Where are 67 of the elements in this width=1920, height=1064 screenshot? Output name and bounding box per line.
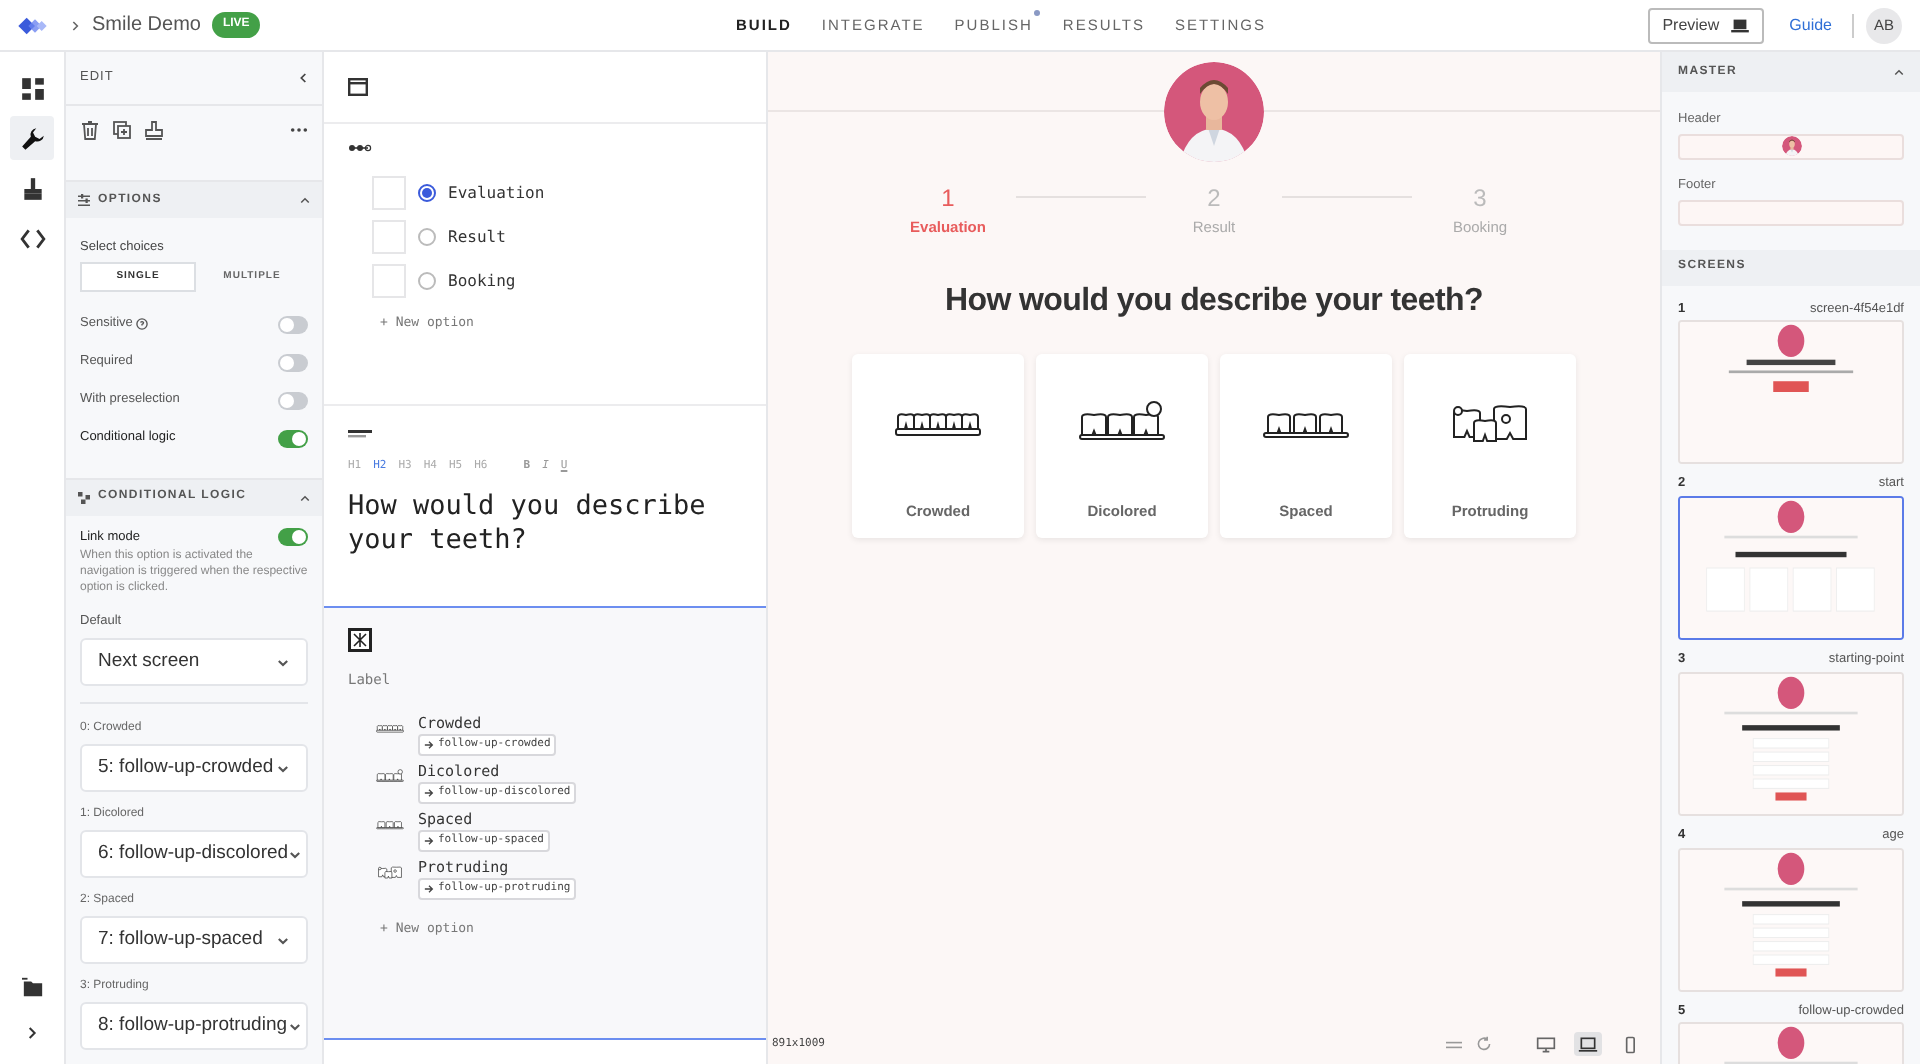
folder-icon[interactable] [21, 976, 43, 998]
option-label[interactable]: Result [448, 225, 506, 249]
preview-button[interactable]: Preview [1648, 7, 1764, 43]
toggle-switch[interactable] [278, 391, 308, 410]
radio-button[interactable] [418, 272, 436, 290]
question-title: How would you describe your teeth? [943, 282, 1485, 323]
device-button[interactable] [1574, 1032, 1602, 1056]
chevron-up-icon [300, 196, 310, 205]
chevron-down-icon [276, 933, 290, 948]
guide-link[interactable]: Guide [1789, 13, 1832, 37]
chevron-down-icon [276, 761, 290, 776]
menu-icon[interactable] [1446, 1039, 1462, 1049]
brush-icon [19, 175, 45, 201]
chevron-right-icon[interactable] [27, 1026, 37, 1040]
grid-icon [348, 628, 372, 652]
dropdown-select[interactable]: 7: follow-up-spaced [80, 916, 308, 965]
dropdown-select[interactable]: Next screen [80, 638, 308, 687]
chevron-right-icon [72, 19, 80, 31]
heading-text[interactable]: How would you describe your teeth? [348, 490, 742, 559]
laptop-icon [1578, 1035, 1598, 1053]
arrow-right-icon [424, 883, 434, 893]
dropdown-select[interactable]: 6: follow-up-discolored [80, 830, 308, 879]
chevron-down-icon [276, 655, 290, 670]
duplicate-icon[interactable] [112, 119, 132, 140]
dropdown-select[interactable]: 8: follow-up-protruding [80, 1002, 308, 1051]
heading-icon [348, 430, 372, 438]
option-label[interactable]: Evaluation [448, 181, 545, 205]
toggle-switch[interactable] [278, 429, 308, 448]
stamp-icon[interactable] [144, 119, 164, 140]
phone-icon [1620, 1035, 1640, 1053]
collapse-icon[interactable] [300, 71, 308, 84]
laptop-icon [1729, 17, 1750, 33]
radio-button[interactable] [418, 184, 436, 202]
chevron-down-icon [287, 1019, 302, 1034]
chevron-down-icon [288, 847, 303, 862]
flow-icon [78, 491, 90, 504]
more-icon[interactable] [290, 125, 308, 134]
teeth-icon [376, 815, 404, 831]
toggle-switch[interactable] [278, 315, 308, 334]
wrench-icon [19, 125, 45, 151]
sliders-icon [78, 194, 90, 207]
device-button[interactable] [1532, 1032, 1560, 1056]
rail-button[interactable] [10, 116, 54, 160]
logo-icon [18, 15, 52, 35]
code-icon [19, 225, 45, 251]
monitor-icon [1536, 1035, 1556, 1053]
option-label[interactable]: Booking [448, 269, 516, 293]
arrow-right-icon [424, 739, 434, 749]
arrow-right-icon [424, 787, 434, 797]
steps-icon [348, 144, 372, 152]
radio-button[interactable] [418, 228, 436, 246]
header-slot[interactable] [1678, 133, 1904, 160]
dashboard-icon [19, 75, 45, 101]
trash-icon[interactable] [80, 119, 100, 140]
toggle-switch[interactable] [278, 353, 308, 372]
teeth-icon [376, 767, 404, 783]
dropdown-select[interactable]: 5: follow-up-crowded [80, 744, 308, 793]
chevron-up-icon [1894, 68, 1904, 76]
toggle-switch[interactable] [278, 527, 308, 546]
teeth-icon [376, 863, 404, 879]
project-name[interactable]: Smile Demo [92, 10, 201, 40]
screen-thumbnail[interactable] [1678, 496, 1904, 640]
teeth-icon [376, 719, 404, 735]
arrow-right-icon [424, 835, 434, 845]
refresh-icon[interactable] [1476, 1036, 1492, 1052]
chevron-up-icon [300, 493, 310, 502]
window-icon [348, 78, 368, 96]
